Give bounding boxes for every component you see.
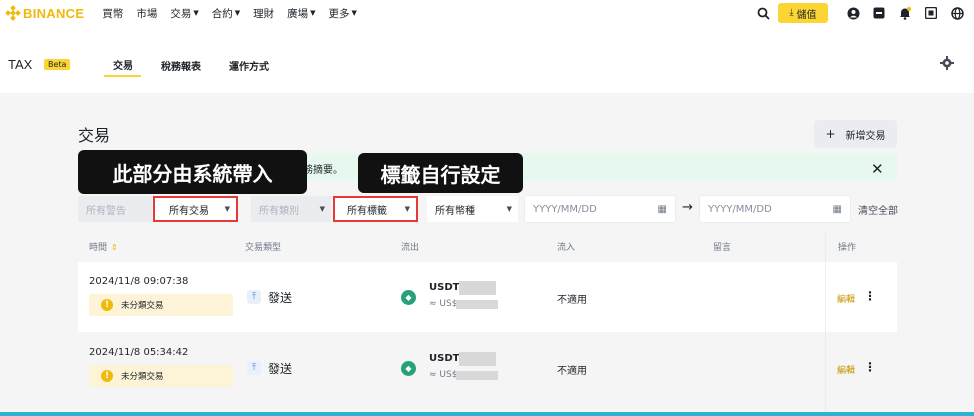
usdt-coin-icon: ◆ xyxy=(401,361,416,376)
usdt-coin-icon: ◆ xyxy=(401,290,416,305)
header-inflow: 流入 xyxy=(557,243,576,253)
uncategorized-badge: ! 未分類交易 xyxy=(89,294,233,316)
redacted-amount xyxy=(459,352,496,366)
add-transaction-button[interactable]: + 新增交易 xyxy=(814,120,897,148)
settings-gear-icon[interactable] xyxy=(940,56,954,73)
topbar-actions: ⤓ 儲值 xyxy=(750,0,974,26)
table-row: 2024/11/8 05:34:42 ! 未分類交易 ⤒ 發送 ◆ USDT ≈… xyxy=(78,333,897,403)
chevron-down-icon: ▼ xyxy=(310,9,316,17)
action-column-divider xyxy=(825,230,826,416)
tab-tax-reports[interactable]: 稅務報表 xyxy=(161,58,201,73)
close-icon[interactable]: ✕ xyxy=(871,160,884,178)
more-options-icon[interactable]: ⋮ xyxy=(864,289,876,303)
header-action: 操作 xyxy=(838,243,857,253)
wallet-icon[interactable] xyxy=(866,0,892,26)
tag-filter-select[interactable]: 所有標籤 ▼ xyxy=(333,196,418,222)
tab-how-it-works[interactable]: 運作方式 xyxy=(229,58,269,73)
row-inflow: 不適用 xyxy=(557,295,587,306)
nav-futures[interactable]: 合約 ▼ xyxy=(212,6,240,21)
edit-button[interactable]: 編輯 xyxy=(837,363,855,376)
nav-earn[interactable]: 理財 xyxy=(253,6,274,21)
header-time[interactable]: 時間 ⇕ xyxy=(89,240,118,253)
nav-square[interactable]: 廣場 ▼ xyxy=(287,6,315,21)
calendar-icon: ▦ xyxy=(832,203,842,215)
window-bottom-border xyxy=(0,412,974,416)
top-navbar: BINANCE 買幣 市場 交易 ▼ 合約 ▼ 理財 廣場 ▼ 更多 ▼ ⤓ 儲值 xyxy=(0,0,974,26)
main-nav: 買幣 市場 交易 ▼ 合約 ▼ 理財 廣場 ▼ 更多 ▼ xyxy=(102,6,370,21)
warning-filter-select[interactable]: 所有警告 xyxy=(78,196,152,222)
search-icon[interactable] xyxy=(750,0,776,26)
chevron-down-icon: ▼ xyxy=(506,205,512,213)
category-filter-select[interactable]: 所有類別 ▼ xyxy=(251,196,331,222)
header-type: 交易類型 xyxy=(245,243,282,253)
table-row: 2024/11/8 09:07:38 ! 未分類交易 ⤒ 發送 ◆ USDT ≈… xyxy=(78,262,897,332)
sort-icon: ⇕ xyxy=(111,243,118,252)
callout-system-imported: 此部分由系統帶入 xyxy=(78,150,307,194)
end-date-input[interactable]: YYYY/MM/DD ▦ xyxy=(699,195,851,223)
uncategorized-badge: ! 未分類交易 xyxy=(89,365,233,387)
deposit-button[interactable]: ⤓ 儲值 xyxy=(778,3,828,23)
chevron-down-icon: ▼ xyxy=(234,9,241,17)
edit-button[interactable]: 編輯 xyxy=(837,292,855,305)
warning-icon: ! xyxy=(101,370,113,382)
nav-trade[interactable]: 交易 ▼ xyxy=(170,6,198,21)
warning-icon: ! xyxy=(101,299,113,311)
row-time: 2024/11/8 09:07:38 xyxy=(89,276,189,287)
page-title: 交易 xyxy=(78,126,111,145)
redacted-usd xyxy=(456,371,498,380)
arrow-right-icon: → xyxy=(682,200,693,215)
redacted-usd xyxy=(456,300,498,309)
brand-name: BINANCE xyxy=(23,5,85,21)
plus-icon: + xyxy=(825,127,836,141)
clear-all-button[interactable]: 清空全部 xyxy=(858,202,898,217)
notification-bell-icon[interactable] xyxy=(892,0,918,26)
row-type: 發送 xyxy=(268,362,293,376)
user-icon[interactable] xyxy=(840,0,866,26)
active-tab-indicator xyxy=(104,75,141,77)
transaction-filter-select[interactable]: 所有交易 ▼ xyxy=(153,196,238,222)
chevron-down-icon: ▼ xyxy=(193,9,199,17)
beta-badge: Beta xyxy=(44,59,71,70)
nav-buy-crypto[interactable]: 買幣 xyxy=(102,6,123,21)
tab-transactions[interactable]: 交易 xyxy=(113,57,133,72)
redacted-amount xyxy=(459,281,496,295)
more-options-icon[interactable]: ⋮ xyxy=(864,360,876,374)
download-app-icon[interactable] xyxy=(918,0,944,26)
globe-icon[interactable] xyxy=(944,0,970,26)
start-date-input[interactable]: YYYY/MM/DD ▦ xyxy=(524,195,676,223)
binance-logo-icon xyxy=(5,5,21,21)
callout-user-tags: 標籤自行設定 xyxy=(358,153,523,193)
download-icon: ⤓ xyxy=(789,8,794,18)
chevron-down-icon: ▼ xyxy=(404,205,410,213)
binance-logo[interactable]: BINANCE xyxy=(5,5,85,21)
chevron-down-icon: ▼ xyxy=(319,205,325,213)
calendar-icon: ▦ xyxy=(657,203,667,215)
row-asset: USDT xyxy=(429,353,460,364)
row-inflow: 不適用 xyxy=(557,366,587,377)
row-asset: USDT xyxy=(429,282,460,293)
nav-markets[interactable]: 市場 xyxy=(136,6,157,21)
upload-icon: ⤒ xyxy=(247,290,261,304)
row-type: 發送 xyxy=(268,291,293,305)
upload-icon: ⤒ xyxy=(247,361,261,375)
chevron-down-icon: ▼ xyxy=(224,205,230,213)
chevron-down-icon: ▼ xyxy=(351,9,357,17)
row-usd-value: ≈ US$ xyxy=(429,370,458,380)
row-time: 2024/11/8 05:34:42 xyxy=(89,347,189,358)
row-usd-value: ≈ US$ xyxy=(429,299,458,309)
header-outflow: 流出 xyxy=(401,243,420,253)
notice-text: 務摘要。 xyxy=(303,165,343,176)
nav-more[interactable]: 更多 ▼ xyxy=(329,6,357,21)
currency-filter-select[interactable]: 所有幣種 ▼ xyxy=(427,196,518,222)
header-note: 留言 xyxy=(713,243,732,253)
tax-title: TAX xyxy=(8,57,33,72)
tax-subnav xyxy=(0,26,974,93)
